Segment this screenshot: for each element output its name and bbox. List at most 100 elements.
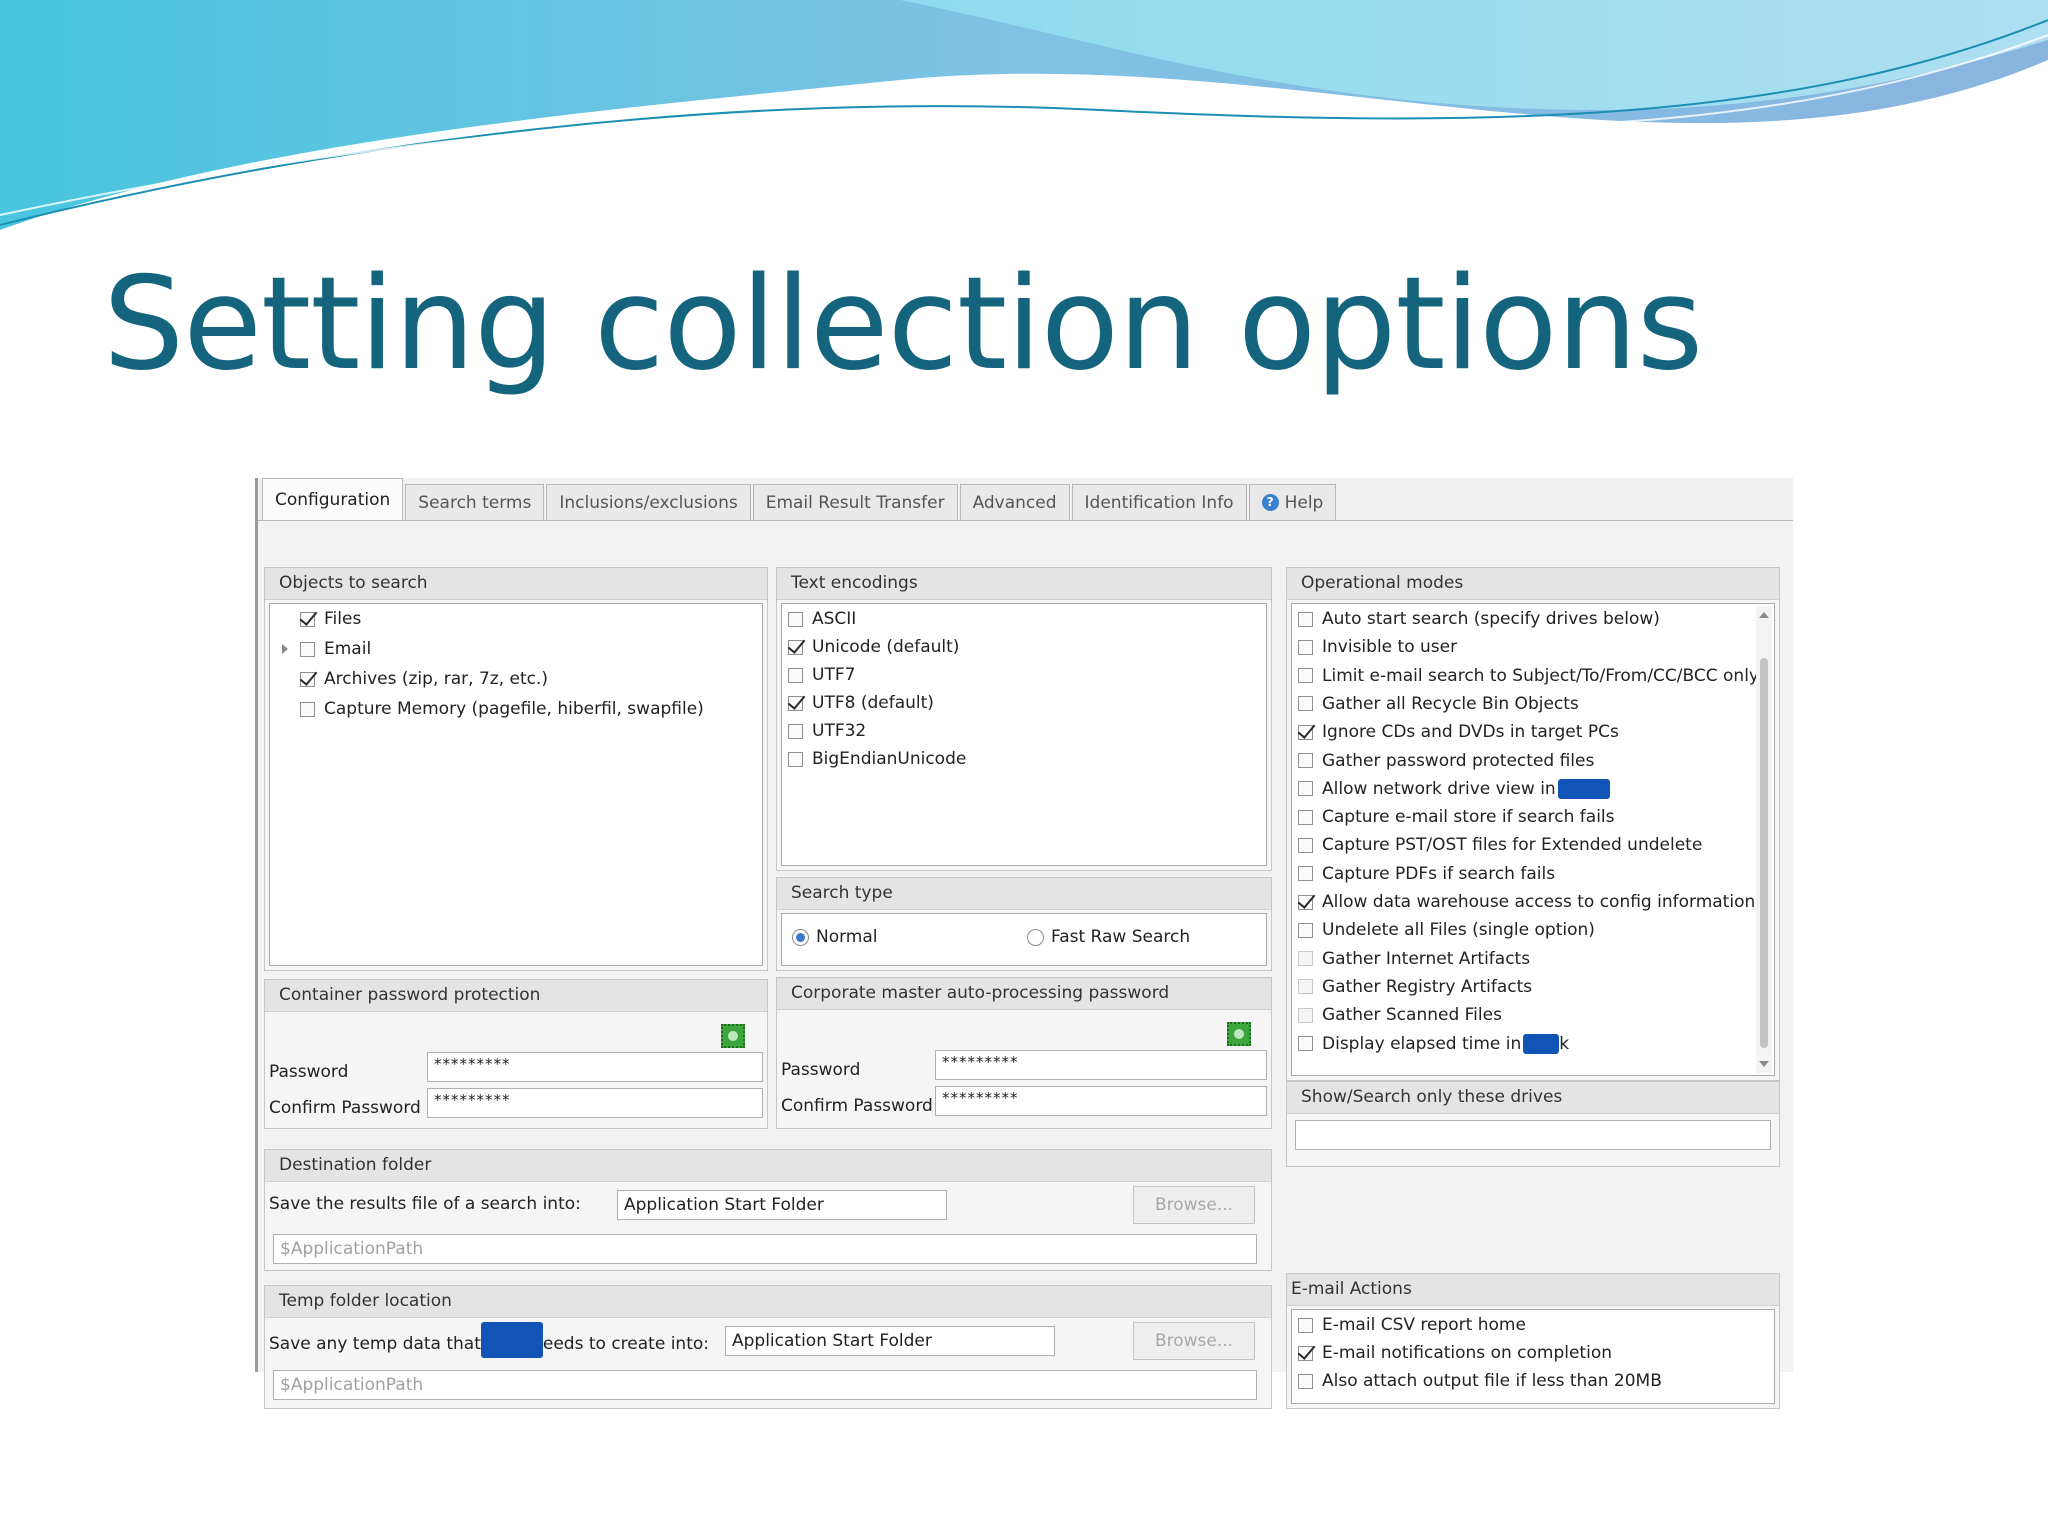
checkbox[interactable] [1298, 611, 1313, 627]
checkbox[interactable] [1298, 1036, 1313, 1051]
email-action-attach-output[interactable]: Also attach output file if less than 20M… [1298, 1368, 1662, 1394]
operational-mode-item[interactable]: Gather all Recycle Bin Objects [1298, 691, 1579, 717]
checkbox[interactable] [300, 701, 315, 717]
radio-button[interactable] [792, 928, 809, 946]
temp-browse-button[interactable]: Browse... [1133, 1322, 1255, 1360]
encoding-item-utf32[interactable]: UTF32 [788, 718, 866, 744]
tab-advanced[interactable]: Advanced [959, 484, 1070, 520]
item-label: E-mail notifications on completion [1322, 1343, 1612, 1363]
email-action-notifications[interactable]: E-mail notifications on completion [1298, 1340, 1612, 1366]
redaction-mark [1523, 1033, 1560, 1054]
checkbox[interactable] [1298, 866, 1313, 882]
operational-mode-item[interactable]: Allow network drive view in [1298, 776, 1610, 802]
checkbox[interactable] [300, 611, 315, 627]
radio-button[interactable] [1027, 928, 1044, 946]
operational-mode-item[interactable]: Capture PST/OST files for Extended undel… [1298, 832, 1702, 858]
container-confirm-password-input[interactable]: ********* [427, 1088, 763, 1118]
search-type-fast-raw[interactable]: Fast Raw Search [1027, 924, 1190, 950]
expand-arrow-icon[interactable] [282, 644, 288, 654]
corporate-password-input[interactable]: ********* [935, 1050, 1267, 1080]
checkbox[interactable] [300, 641, 315, 657]
encoding-item-ascii[interactable]: ASCII [788, 606, 856, 632]
checkbox[interactable] [1298, 1373, 1313, 1389]
operational-mode-item[interactable]: Ignore CDs and DVDs in target PCs [1298, 719, 1619, 745]
tab-help[interactable]: ? Help [1248, 484, 1337, 520]
operational-mode-item[interactable]: Gather Internet Artifacts [1298, 946, 1530, 972]
destination-path-input[interactable]: $ApplicationPath [273, 1234, 1257, 1264]
encodings-list: ASCII Unicode (default) UTF7 UTF8 (defau… [781, 603, 1267, 866]
checkbox[interactable] [1298, 894, 1313, 910]
temp-path-input[interactable]: $ApplicationPath [273, 1370, 1257, 1400]
scrollbar-thumb[interactable] [1760, 658, 1768, 1048]
password-label: Password [781, 1060, 861, 1080]
checkbox[interactable] [1298, 724, 1313, 740]
tab-configuration[interactable]: Configuration [262, 478, 404, 520]
group-title: Show/Search only these drives [1287, 1082, 1779, 1114]
generate-password-icon[interactable] [1227, 1022, 1251, 1046]
operational-mode-item[interactable]: Display elapsed time in k [1298, 1031, 1569, 1057]
encoding-item-utf8[interactable]: UTF8 (default) [788, 690, 934, 716]
corporate-confirm-password-input[interactable]: ********* [935, 1086, 1267, 1116]
tab-email-result-transfer[interactable]: Email Result Transfer [752, 484, 958, 520]
operational-modes-scrollbar[interactable] [1756, 606, 1772, 1073]
checkbox[interactable] [1298, 696, 1313, 712]
checkbox[interactable] [1298, 639, 1313, 655]
checkbox[interactable] [1298, 668, 1313, 684]
encoding-item-bigendianunicode[interactable]: BigEndianUnicode [788, 746, 966, 772]
drives-input[interactable] [1295, 1120, 1771, 1150]
operational-mode-item[interactable]: Gather Scanned Files [1298, 1002, 1502, 1028]
object-item-email[interactable]: Email [300, 636, 371, 662]
operational-mode-item[interactable]: Gather Registry Artifacts [1298, 974, 1532, 1000]
checkbox[interactable] [1298, 1317, 1313, 1333]
checkbox[interactable] [1298, 1345, 1313, 1361]
operational-mode-item[interactable]: Undelete all Files (single option) [1298, 917, 1595, 943]
object-item-archives[interactable]: Archives (zip, rar, 7z, etc.) [300, 666, 548, 692]
checkbox[interactable] [1298, 809, 1313, 825]
tab-identification-info[interactable]: Identification Info [1071, 484, 1247, 520]
operational-mode-item[interactable]: Allow data warehouse access to config in… [1298, 889, 1755, 915]
show-drives-group: Show/Search only these drives [1286, 1081, 1780, 1167]
container-password-input[interactable]: ********* [427, 1052, 763, 1082]
scroll-down-arrow-icon[interactable] [1759, 1061, 1769, 1067]
tab-search-terms[interactable]: Search terms [405, 484, 545, 520]
checkbox[interactable] [1298, 753, 1313, 768]
checkbox[interactable] [1298, 1007, 1313, 1023]
item-label: Invisible to user [1322, 637, 1458, 658]
destination-browse-button[interactable]: Browse... [1133, 1186, 1255, 1224]
tab-label: Inclusions/exclusions [559, 492, 738, 513]
checkbox[interactable] [300, 671, 315, 687]
object-item-capture-memory[interactable]: Capture Memory (pagefile, hiberfil, swap… [300, 696, 704, 722]
tab-inclusions-exclusions[interactable]: Inclusions/exclusions [546, 484, 751, 520]
checkbox[interactable] [788, 611, 803, 627]
encoding-item-utf7[interactable]: UTF7 [788, 662, 855, 688]
search-type-normal[interactable]: Normal [792, 924, 878, 950]
item-label: Auto start search (specify drives below) [1322, 609, 1660, 629]
item-label: Files [324, 609, 362, 629]
checkbox[interactable] [788, 695, 803, 711]
checkbox[interactable] [1298, 951, 1313, 967]
slide-title: Setting collection options [103, 250, 1703, 399]
checkbox[interactable] [788, 639, 803, 655]
header-wave-decoration [0, 0, 2048, 230]
generate-password-icon[interactable] [721, 1024, 745, 1048]
temp-folder-select[interactable]: Application Start Folder [725, 1326, 1055, 1356]
checkbox[interactable] [1298, 837, 1313, 853]
scroll-up-arrow-icon[interactable] [1759, 612, 1769, 618]
operational-mode-item[interactable]: Capture PDFs if search fails [1298, 861, 1555, 887]
checkbox[interactable] [1298, 781, 1313, 797]
checkbox[interactable] [788, 667, 803, 683]
operational-mode-item[interactable]: Gather password protected files [1298, 748, 1594, 774]
email-action-csv-report[interactable]: E-mail CSV report home [1298, 1312, 1526, 1338]
checkbox[interactable] [788, 723, 803, 739]
encoding-item-unicode[interactable]: Unicode (default) [788, 634, 959, 660]
checkbox[interactable] [1298, 922, 1313, 938]
object-item-files[interactable]: Files [300, 606, 361, 632]
operational-mode-item[interactable]: Limit e-mail search to Subject/To/From/C… [1298, 663, 1759, 689]
operational-mode-item[interactable]: Capture e-mail store if search fails [1298, 804, 1615, 830]
checkbox[interactable] [788, 751, 803, 767]
operational-mode-item[interactable]: Invisible to user [1298, 634, 1457, 660]
destination-label: Save the results file of a search into: [269, 1194, 581, 1214]
destination-folder-select[interactable]: Application Start Folder [617, 1190, 947, 1220]
operational-mode-item[interactable]: Auto start search (specify drives below) [1298, 606, 1660, 632]
checkbox[interactable] [1298, 979, 1313, 995]
